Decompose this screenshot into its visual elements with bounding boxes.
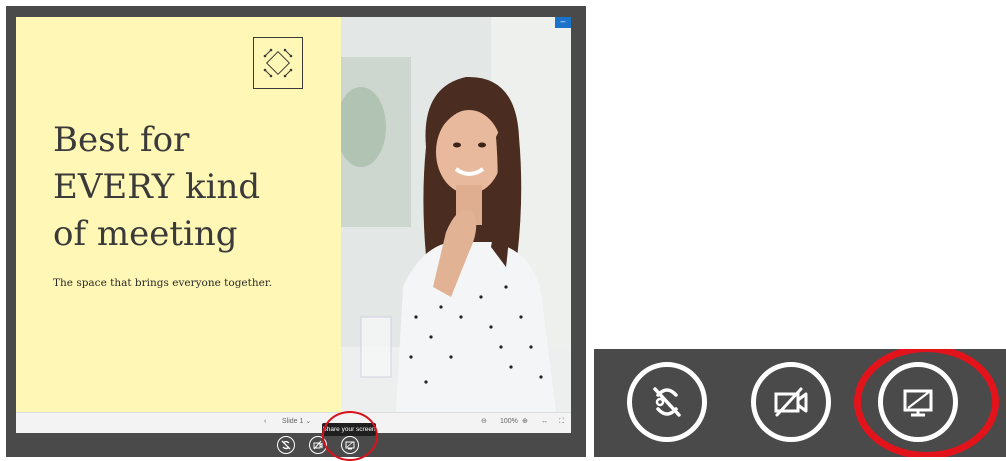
woman-photo: – [341, 17, 571, 412]
slide-canvas: Best for EVERY kind of meeting The space… [16, 17, 571, 412]
meeting-controls-zoomed [594, 349, 1006, 457]
slide-selector[interactable]: Slide 1 ⌄ [282, 416, 311, 428]
logo-icon [253, 37, 303, 89]
slide-text-panel: Best for EVERY kind of meeting The space… [16, 17, 341, 412]
headline-line-2: EVERY kind [53, 167, 261, 207]
mute-microphone-button[interactable] [627, 362, 707, 442]
mute-microphone-button-small[interactable] [277, 436, 295, 454]
muted-mic-icon [281, 440, 291, 450]
minimize-icon[interactable]: – [555, 17, 571, 28]
muted-mic-icon [653, 387, 681, 417]
slide-headline: Best for EVERY kind of meeting [53, 117, 333, 258]
slide-toolbar: ‹ Slide 1 ⌄ ⊖ 100% ⊕ ↔ ⛶ [16, 412, 571, 433]
fit-width-icon[interactable]: ↔ [541, 416, 548, 428]
highlight-ring-small [322, 411, 378, 461]
zoom-out-icon[interactable]: ⊖ [481, 416, 487, 428]
video-off-icon [313, 440, 323, 450]
slide-tagline: The space that brings everyone together. [53, 277, 273, 289]
highlight-ring [854, 349, 999, 457]
fullscreen-icon[interactable]: ⛶ [559, 416, 564, 428]
zoom-level: 100% [500, 418, 518, 425]
slide-selector-label: Slide 1 [282, 418, 304, 425]
toggle-video-button[interactable] [751, 362, 831, 442]
zoom-in-icon[interactable]: ⊕ [522, 416, 528, 428]
headline-line-1: Best for [53, 120, 190, 160]
video-off-icon [774, 387, 808, 417]
chevron-left-icon[interactable]: ‹ [264, 416, 266, 428]
headline-line-3: of meeting [53, 214, 238, 254]
